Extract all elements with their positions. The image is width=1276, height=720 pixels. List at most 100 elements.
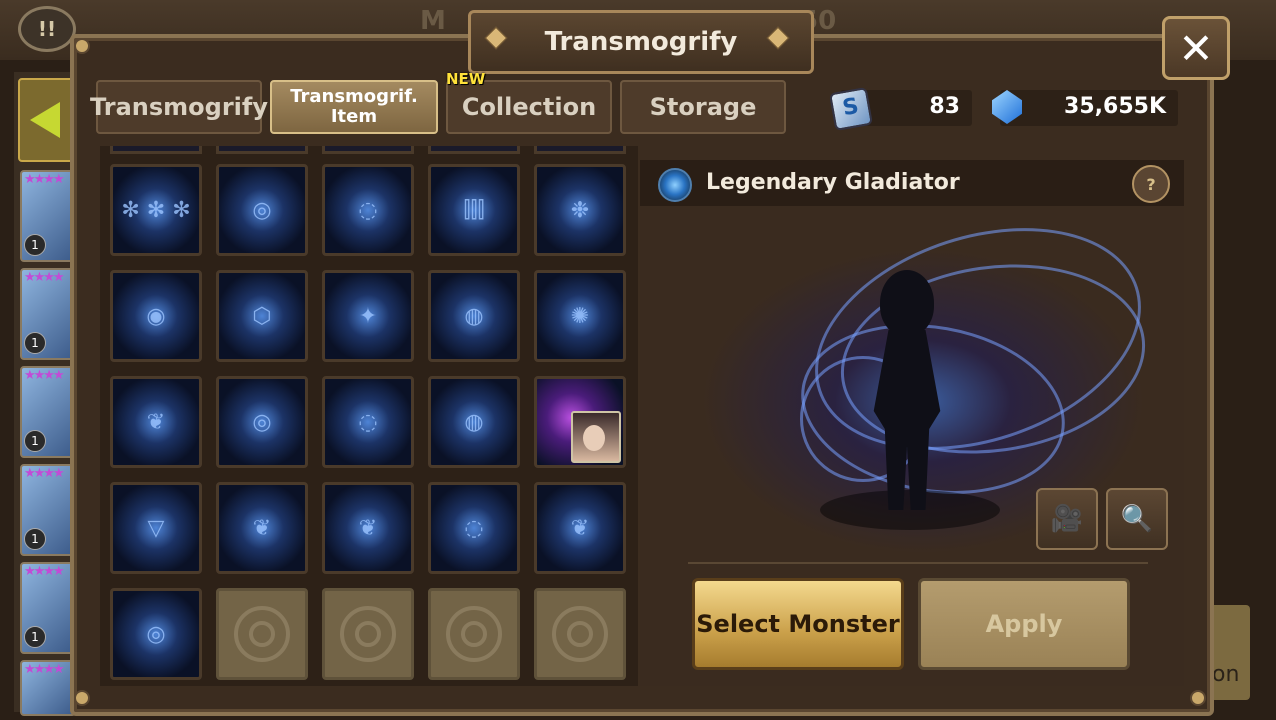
star-rating: ★★★★ — [24, 172, 65, 187]
zoom-icon[interactable]: 🔍 — [1106, 488, 1168, 550]
tab-label: Collection — [461, 93, 597, 121]
effect-icon: ◍ — [464, 409, 484, 435]
frame-corner — [1190, 690, 1206, 706]
empty-slot — [428, 588, 520, 680]
empty-slot-emblem-icon — [234, 606, 290, 662]
item-cell[interactable]: ❉ — [534, 164, 626, 256]
effect-icon: ❦ — [252, 515, 272, 541]
new-badge: NEW — [446, 70, 486, 88]
effect-icon: ❦ — [358, 515, 378, 541]
modal-title-plate: Transmogrify — [468, 10, 814, 74]
tab-storage[interactable]: Storage — [620, 80, 786, 134]
effect-icon: ⬡ — [252, 303, 272, 329]
empty-slot — [534, 588, 626, 680]
rune-icon: S — [828, 86, 874, 132]
item-cell[interactable]: ◌ — [322, 164, 414, 256]
effect-icon: ❦ — [146, 409, 166, 435]
sidebar-monster[interactable]: ★★★★ 1 — [20, 170, 76, 262]
rune-count: 83 — [929, 94, 960, 119]
effect-icon: ▽ — [147, 515, 165, 541]
help-button[interactable]: ? — [1132, 165, 1170, 203]
item-cell[interactable]: ❦ — [216, 482, 308, 574]
item-cell[interactable]: ◌ — [428, 482, 520, 574]
background-title: M — [420, 6, 446, 36]
modal-title: Transmogrify — [544, 27, 738, 57]
item-cell[interactable]: ✻ ✻ ✻ — [110, 164, 202, 256]
partial-cell — [110, 146, 202, 154]
empty-slot-emblem-icon — [446, 606, 502, 662]
item-cell[interactable]: ◎ — [216, 376, 308, 468]
empty-slot — [322, 588, 414, 680]
item-cell[interactable]: ◎ — [216, 164, 308, 256]
item-cell[interactable]: ◉ — [110, 270, 202, 362]
back-arrow-icon[interactable] — [18, 78, 78, 162]
item-cell[interactable]: ✦ — [322, 270, 414, 362]
tab-label: Storage — [649, 93, 757, 121]
frame-corner — [74, 38, 90, 54]
sidebar-monster[interactable]: ★★★★ — [20, 660, 76, 716]
item-cell[interactable]: ◍ — [428, 376, 520, 468]
partial-cell — [322, 146, 414, 154]
partial-cell — [428, 146, 520, 154]
partial-cell — [534, 146, 626, 154]
star-rating: ★★★★ — [24, 368, 65, 383]
effect-icon: ◉ — [146, 303, 166, 329]
empty-slot-emblem-icon — [340, 606, 396, 662]
chat-icon[interactable]: !! — [18, 6, 76, 52]
select-monster-button[interactable]: Select Monster — [692, 578, 904, 670]
tab-transmogrify-item[interactable]: Transmogrif. Item — [270, 80, 438, 134]
effect-icon: ⫿⫿⫿ — [463, 197, 485, 223]
tab-label: Transmogrif. Item — [290, 86, 418, 127]
video-camera-icon[interactable]: 🎥 — [1036, 488, 1098, 550]
partial-cell — [216, 146, 308, 154]
item-cell-equipped[interactable] — [534, 376, 626, 468]
star-rating: ★★★★ — [24, 466, 65, 481]
frame-corner — [74, 690, 90, 706]
effect-icon: ◌ — [358, 409, 378, 435]
sidebar-monster[interactable]: ★★★★ 1 — [20, 366, 76, 458]
item-cell[interactable]: ◎ — [110, 588, 202, 680]
star-rating: ★★★★ — [24, 270, 65, 285]
monster-level: 1 — [24, 626, 46, 648]
close-button[interactable]: ✕ — [1162, 16, 1230, 80]
item-cell[interactable]: ❦ — [110, 376, 202, 468]
effect-icon: ◍ — [464, 303, 484, 329]
preview-figure-head — [880, 270, 934, 336]
effect-icon: ◎ — [252, 197, 272, 223]
effect-icon: ◌ — [358, 197, 378, 223]
item-cell[interactable]: ▽ — [110, 482, 202, 574]
divider — [688, 562, 1148, 564]
item-cell[interactable]: ◌ — [322, 376, 414, 468]
item-cell[interactable]: ⫿⫿⫿ — [428, 164, 520, 256]
monster-level: 1 — [24, 528, 46, 550]
crystal-counter: 35,655K — [1000, 90, 1178, 126]
effect-icon: ❦ — [570, 515, 590, 541]
effect-icon: ◎ — [146, 621, 166, 647]
crystal-count: 35,655K — [1064, 94, 1166, 119]
sidebar-monster[interactable]: ★★★★ 1 — [20, 562, 76, 654]
swirl-icon — [658, 168, 692, 202]
empty-slot-emblem-icon — [552, 606, 608, 662]
item-cell[interactable]: ⬡ — [216, 270, 308, 362]
monster-level: 1 — [24, 332, 46, 354]
monster-portrait-icon — [571, 411, 621, 463]
effect-icon: ✺ — [570, 303, 590, 329]
effect-icon: ◎ — [252, 409, 272, 435]
effect-icon: ✦ — [358, 303, 378, 329]
item-cell[interactable]: ✺ — [534, 270, 626, 362]
monster-level: 1 — [24, 430, 46, 452]
item-cell[interactable]: ❦ — [322, 482, 414, 574]
empty-slot — [216, 588, 308, 680]
background-button-label: on — [1212, 662, 1240, 687]
item-cell[interactable]: ◍ — [428, 270, 520, 362]
effect-icon: ✻ ✻ ✻ — [121, 197, 191, 223]
sidebar-monster[interactable]: ★★★★ 1 — [20, 464, 76, 556]
item-name: Legendary Gladiator — [706, 170, 960, 195]
tab-collection[interactable]: Collection — [446, 80, 612, 134]
effect-icon: ❉ — [570, 197, 590, 223]
tab-transmogrify[interactable]: Transmogrify — [90, 80, 268, 134]
apply-button[interactable]: Apply — [918, 578, 1130, 670]
star-rating: ★★★★ — [24, 662, 65, 677]
sidebar-monster[interactable]: ★★★★ 1 — [20, 268, 76, 360]
item-cell[interactable]: ❦ — [534, 482, 626, 574]
